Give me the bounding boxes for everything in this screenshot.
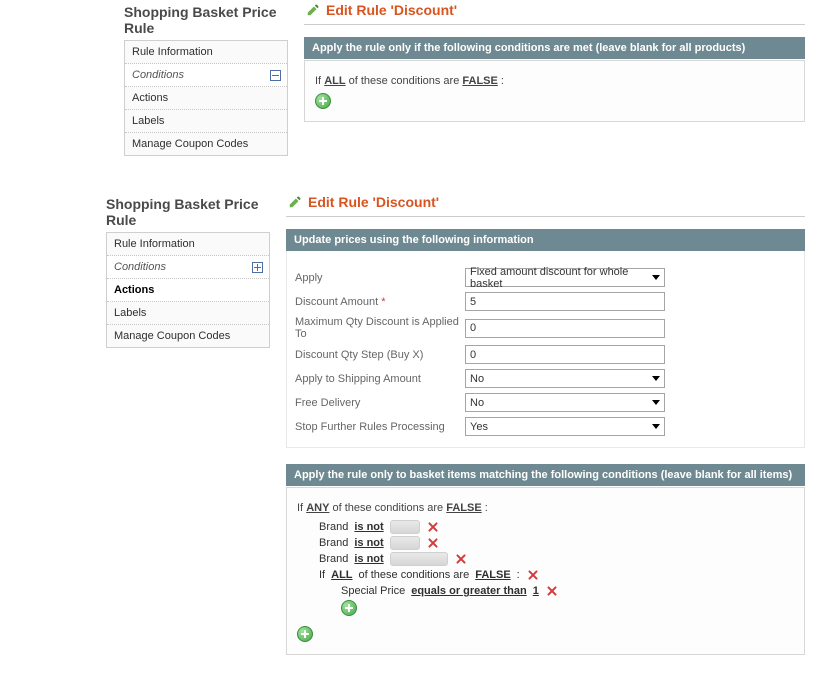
add-condition-icon[interactable] [315,93,331,109]
page-title: Edit Rule 'Discount' [304,0,805,25]
remove-condition-icon[interactable] [426,536,440,550]
remove-condition-icon[interactable] [545,584,559,598]
remove-condition-icon[interactable] [454,552,468,566]
sidebar-item-conditions[interactable]: Conditions [107,256,269,279]
cond-if: If [297,502,303,514]
cond-text: of these conditions are [332,502,443,514]
chevron-down-icon [652,400,660,405]
nested-text: of these conditions are [359,569,470,581]
cond-op[interactable]: is not [354,553,383,565]
sidebar-item-conditions[interactable]: Conditions [125,64,287,87]
cond-val[interactable]: 1 [533,585,539,597]
collapse-icon[interactable] [270,70,281,84]
form-update-prices: Apply Fixed amount discount for whole ba… [286,251,805,448]
cond-aggregator[interactable]: ALL [324,75,345,87]
remove-condition-icon[interactable] [526,568,540,582]
cond-value-chip[interactable] [390,520,420,534]
page-title: Edit Rule 'Discount' [286,192,805,217]
cond-value[interactable]: FALSE [446,502,481,514]
cond-op[interactable]: is not [354,521,383,533]
label-qty-step: Discount Qty Step (Buy X) [295,349,465,361]
cond-attr[interactable]: Special Price [341,585,405,597]
pencil-icon [288,195,302,209]
cond-attr[interactable]: Brand [319,521,348,533]
expand-icon[interactable] [252,262,263,276]
sidebar-menu: Rule Information Conditions Actions Labe… [124,40,288,156]
cond-colon: : [485,502,488,514]
sidebar-item-manage-coupon-codes[interactable]: Manage Coupon Codes [107,325,269,347]
select-stop-rules[interactable]: Yes [465,417,665,436]
select-free-delivery-value: No [470,397,484,409]
label-text: Discount Amount [295,296,378,308]
cond-op[interactable]: is not [354,537,383,549]
nested-colon: : [517,569,520,581]
cond-text: of these conditions are [349,75,460,87]
label-apply: Apply [295,272,465,284]
sidebar-title: Shopping Basket Price Rule [106,196,270,228]
cond-aggregator[interactable]: ANY [306,502,329,514]
cond-value-chip[interactable] [390,552,448,566]
input-max-qty[interactable] [465,319,665,338]
chevron-down-icon [652,376,660,381]
select-free-delivery[interactable]: No [465,393,665,412]
sidebar-item-actions[interactable]: Actions [125,87,287,110]
chevron-down-icon [652,275,660,280]
sidebar-item-labels[interactable]: Labels [125,110,287,133]
cond-op[interactable]: equals or greater than [411,585,527,597]
nested-value[interactable]: FALSE [475,569,510,581]
select-apply[interactable]: Fixed amount discount for whole basket [465,268,665,287]
page-title-text: Edit Rule 'Discount' [308,194,439,210]
input-discount-amount[interactable] [465,292,665,311]
cond-attr[interactable]: Brand [319,553,348,565]
page-title-text: Edit Rule 'Discount' [326,2,457,18]
remove-condition-icon[interactable] [426,520,440,534]
input-qty-step[interactable] [465,345,665,364]
sidebar-item-label: Conditions [114,261,166,273]
sidebar-item-labels[interactable]: Labels [107,302,269,325]
sidebar-item-rule-information[interactable]: Rule Information [125,41,287,64]
select-shipping[interactable]: No [465,369,665,388]
sidebar-item-rule-information[interactable]: Rule Information [107,233,269,256]
cond-colon: : [501,75,504,87]
section-bar-update-prices: Update prices using the following inform… [286,229,805,251]
sidebar-title: Shopping Basket Price Rule [124,4,288,36]
nested-if: If [319,569,325,581]
sidebar-item-manage-coupon-codes[interactable]: Manage Coupon Codes [125,133,287,155]
sidebar-item-label: Conditions [132,69,184,81]
label-max-qty: Maximum Qty Discount is Applied To [295,316,465,340]
cond-attr[interactable]: Brand [319,537,348,549]
item-conditions-box: If ANY of these conditions are FALSE : B… [286,487,805,655]
label-stop-rules: Stop Further Rules Processing [295,421,465,433]
chevron-down-icon [652,424,660,429]
cond-value[interactable]: FALSE [462,75,497,87]
label-shipping: Apply to Shipping Amount [295,373,465,385]
required-marker: * [381,296,385,308]
nested-aggregator[interactable]: ALL [331,569,352,581]
add-condition-icon[interactable] [297,626,313,642]
conditions-box: If ALL of these conditions are FALSE : [304,60,805,122]
select-apply-value: Fixed amount discount for whole basket [470,266,652,290]
add-condition-icon[interactable] [341,600,357,616]
sidebar-item-actions[interactable]: Actions [107,279,269,302]
label-discount-amount: Discount Amount * [295,296,465,308]
section-bar-conditions: Apply the rule only if the following con… [304,37,805,59]
cond-if: If [315,75,321,87]
select-stop-rules-value: Yes [470,421,488,433]
section-bar-item-conditions: Apply the rule only to basket items matc… [286,464,805,486]
select-shipping-value: No [470,373,484,385]
label-free-delivery: Free Delivery [295,397,465,409]
cond-value-chip[interactable] [390,536,420,550]
pencil-icon [306,3,320,17]
sidebar-menu: Rule Information Conditions Actions Labe… [106,232,270,348]
